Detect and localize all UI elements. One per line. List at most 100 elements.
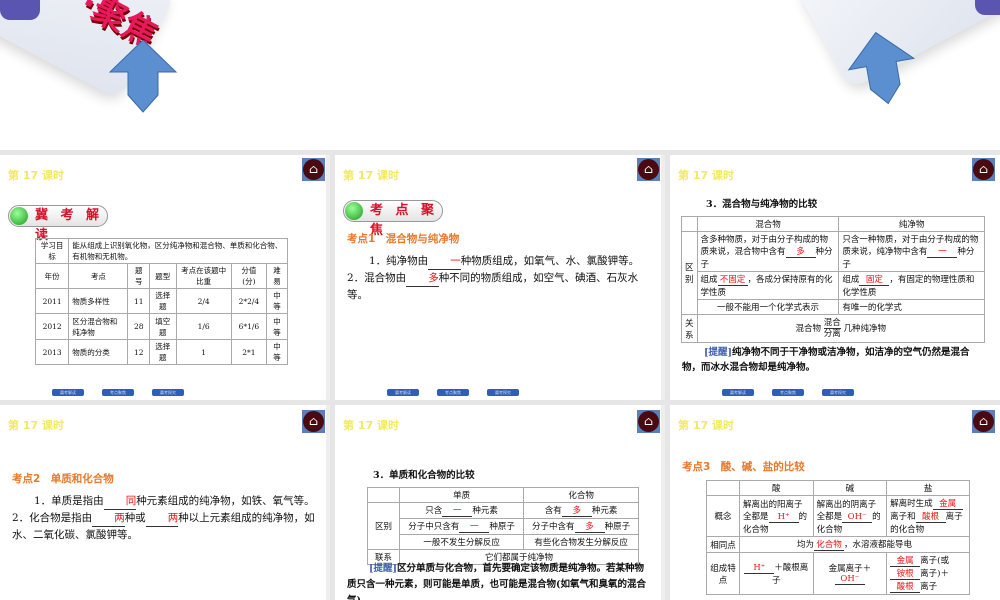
slide-acid-base-salt[interactable]: 第 17 课时 ⌂ 考点3 酸、碱、盐的比较 酸碱盐 概念 解离出的阳离子全都是 H… (670, 405, 1000, 600)
cell: 解离出的阳离子全都是 H⁺ 的化合物 (739, 495, 814, 537)
home-button[interactable]: ⌂ (637, 410, 660, 433)
slide-compare-mixture[interactable]: 第 17 课时 ⌂ 3．混合物与纯净物的比较 混合物 纯净物 区别 含多种物质，对于… (670, 155, 1000, 400)
scrollbar[interactable] (661, 155, 665, 400)
scrollbar[interactable] (326, 155, 330, 400)
home-icon: ⌂ (973, 159, 994, 180)
cell: 均为 化合物 ，水溶液都能导电 (739, 536, 970, 553)
home-icon: ⌂ (638, 159, 659, 180)
text: 种元素组成的纯净物，如铁、氧气等。 (136, 495, 315, 507)
text: 种原子 (489, 522, 515, 532)
topic-title: 考点1 混合物与纯净物 (347, 233, 460, 245)
cell: 选择题 (149, 288, 177, 314)
up-arrow-icon (108, 40, 178, 113)
cell: 2*1 (230, 339, 267, 365)
nav-button[interactable]: 冀考解读 (722, 389, 754, 396)
answer-blank: 多 (406, 270, 439, 287)
nav-button[interactable]: 考点聚焦 (102, 389, 134, 396)
answer-blank: 金属 (932, 497, 963, 510)
text: ＋酸根离子 (772, 563, 809, 586)
answer-blank: 一 (442, 504, 473, 517)
home-icon: ⌂ (303, 159, 324, 180)
cell: 分子中含有多种原子 (523, 518, 639, 535)
text: ，水溶液都能导电 (844, 540, 913, 550)
tip-paragraph: [提醒]区分单质与化合物，首先要确定该物质是纯净物。若某种物质只含一种元素，则可… (347, 561, 651, 600)
header-cell: 盐 (886, 480, 970, 496)
home-button[interactable]: ⌂ (637, 158, 660, 181)
text: 分子中只含有 (408, 522, 460, 532)
compare-table: 混合物 纯净物 区别 含多种物质，对于由分子构成的物质来说，混合物中含有多种分子 只含… (681, 216, 986, 343)
lesson-label: 第 17 课时 (8, 419, 64, 432)
nav-bar: 冀考解读 考点聚焦 冀考探究 (722, 389, 854, 396)
answer-blank: 不固定 (717, 273, 748, 286)
header-cell: 难易 (265, 263, 289, 289)
nav-button[interactable]: 考点聚焦 (437, 389, 469, 396)
cell: 2013 (34, 339, 70, 365)
section-badge: 考 点 聚 焦 (343, 200, 443, 238)
nav-button[interactable]: 冀考解读 (52, 389, 84, 396)
acid-base-salt-table: 酸碱盐 概念 解离出的阳离子全都是 H⁺ 的化合物 解离出的阴离子全都是 OH⁻ 的化合物解… (706, 480, 970, 595)
cell: 解离出的阴离子全都是 OH⁻ 的化合物 (812, 495, 888, 537)
cell: 28 (127, 313, 151, 340)
header-cell: 碱 (812, 480, 888, 496)
header-cell: 考点在该题中比重 (175, 263, 232, 289)
cell: 组成特点 (706, 552, 740, 595)
cell: 金属离子＋OH⁻ (812, 552, 888, 595)
cell: 区别 (367, 502, 400, 550)
text: 均为 (796, 540, 814, 550)
slide-exam-analysis[interactable]: 第 17 课时 ⌂ 冀 考 解 读 学习目标 能从组成上识别氧化物，区分纯净物和混… (0, 155, 330, 400)
scrollbar[interactable] (326, 405, 330, 600)
answer-blank: 铵根 (890, 567, 921, 580)
home-icon: ⌂ (303, 411, 324, 432)
cell: 含有多种元素 (523, 502, 639, 519)
green-dot-icon (10, 207, 28, 225)
text: 组成 (700, 275, 718, 285)
tip-paragraph: [提醒]纯净物不同于干净物或洁净物，如洁净的空气仍然是混合物，而冰水混合物却是纯… (682, 345, 986, 375)
table-title: 3．混合物与纯净物的比较 (706, 199, 818, 210)
nav-button[interactable]: 冀考探究 (152, 389, 184, 396)
slide-compare-element[interactable]: 第 17 课时 ⌂ 3．单质和化合物的比较 单质 化合物 区别 只含一种元素 含有多种… (335, 405, 665, 600)
answer-blank: H⁺ (744, 563, 775, 574)
table-row: 2012 区分混合物和纯净物 28 填空题 1/6 6*1/6 中等 (34, 313, 289, 340)
text: 种元素 (472, 506, 498, 516)
home-button[interactable]: ⌂ (302, 158, 325, 181)
answer-blank: OH⁻ (842, 512, 873, 523)
cell: 区分混合物和纯净物 (68, 313, 129, 340)
home-icon: ⌂ (973, 411, 994, 432)
home-button[interactable]: ⌂ (972, 410, 995, 433)
cell: 2012 (34, 313, 70, 340)
home-button[interactable]: ⌂ (972, 158, 995, 181)
answer-blank: 一 (428, 253, 461, 270)
nav-button[interactable]: 冀考解读 (387, 389, 419, 396)
text: 离子 (920, 582, 938, 592)
answer-blank: 酸根 (915, 510, 946, 523)
text: 种物质组成，如氧气、水、氯酸钾等。 (460, 255, 640, 267)
cell: 只含一种元素 (398, 502, 525, 519)
cell (706, 480, 740, 496)
text: 离子和 (890, 512, 916, 522)
text: 2．化合物是指由 (12, 512, 93, 524)
scrollbar[interactable] (661, 405, 665, 600)
text: 种原子 (604, 522, 631, 532)
home-icon: ⌂ (638, 411, 659, 432)
home-button[interactable]: ⌂ (302, 410, 325, 433)
lesson-label: 第 17 课时 (343, 169, 399, 182)
answer-blank: 两 (145, 510, 179, 527)
nav-button[interactable]: 冀考探究 (822, 389, 854, 396)
nav-button[interactable]: 考点聚焦 (772, 389, 804, 396)
text: 离子)＋ (920, 569, 949, 579)
nav-button[interactable]: 冀考探究 (487, 389, 519, 396)
lesson-label: 第 17 课时 (678, 169, 734, 182)
cell: 解离时生成 金属离子和 酸根 离子的化合物 (886, 495, 970, 537)
cell: 11 (127, 288, 151, 314)
cell: 中等 (265, 339, 289, 365)
compare-table: 单质 化合物 区别 只含一种元素 含有多种元素 分子中只含有一种原子 分子中含有多种原子… (367, 487, 639, 565)
slide-element-compound[interactable]: 第 17 课时 ⌂ 考点2 单质和化合物 1．单质是指由 同种元素组成的纯净物，如… (0, 405, 330, 600)
answer-blank: 固定 (859, 273, 890, 286)
cell: 中等 (265, 288, 289, 314)
text: 组成 (842, 275, 860, 285)
text: 1．单质是指由 (34, 495, 104, 507)
text: 离子(或 (920, 556, 949, 566)
relation-arrow: 混合 分离 (823, 318, 841, 339)
slide-pure-mixture[interactable]: 第 17 课时 ⌂ 考 点 聚 焦 考点1 混合物与纯净物 1．纯净物由 一种物质… (335, 155, 665, 400)
cell: 能从组成上识别氧化物，区分纯净物和混合物、单质和化合物、有机物和无机物。 (68, 238, 288, 264)
